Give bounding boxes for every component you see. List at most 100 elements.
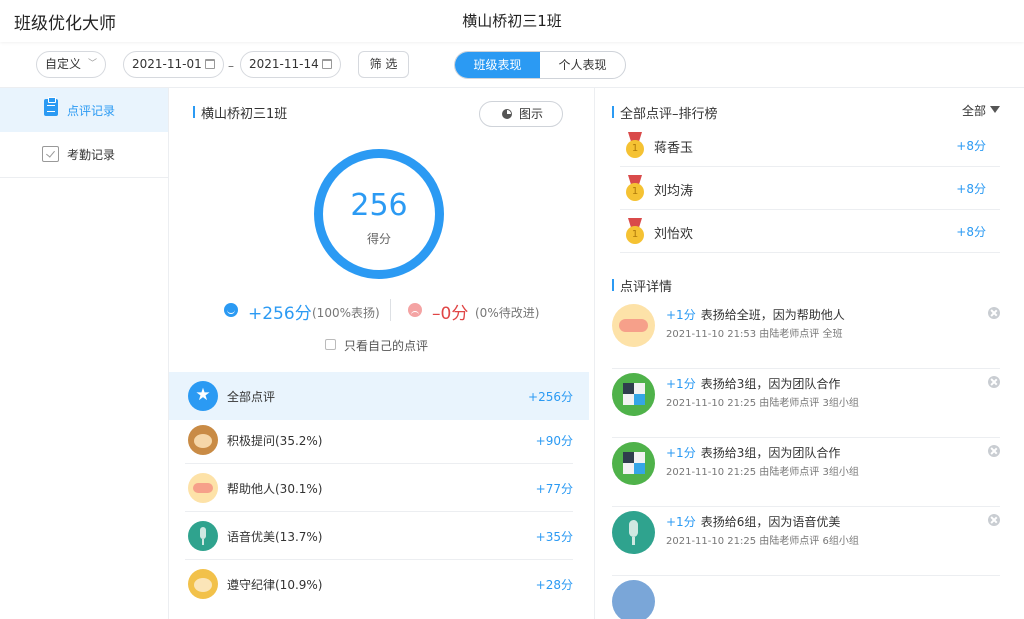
close-icon[interactable] [988, 307, 1000, 319]
medal-icon [624, 132, 646, 158]
range-select-value: 自定义 [45, 57, 82, 71]
category-name: 帮助他人(30.1%) [227, 482, 323, 496]
category-name: 全部点评 [227, 390, 276, 404]
sidebar-divider [0, 177, 168, 178]
student-score: +8分 [956, 139, 986, 153]
summary-title: 横山桥初三1班 [193, 103, 287, 122]
detail-description: 表扬给6组，因为语音优美 [700, 515, 841, 529]
category-name: 语音优美(13.7%) [227, 530, 323, 544]
own-comments-label: 只看自己的点评 [344, 339, 429, 353]
student-name: 刘怡欢 [654, 227, 694, 242]
detail-description: 表扬给3组，因为团队合作 [700, 377, 841, 391]
detail-meta: 2021-11-10 21:53 由陆老师点评 全班 [666, 329, 843, 340]
score-value: 256 [350, 188, 408, 223]
detail-description: 表扬给全班，因为帮助他人 [700, 308, 845, 322]
monkey-avatar-icon [188, 569, 218, 599]
checkbox-box[interactable] [325, 339, 336, 350]
ranking-row[interactable]: 刘均涛 +8分 [620, 167, 1000, 210]
category-row-all[interactable]: 全部点评 +256分 [169, 372, 589, 420]
monkey-avatar-icon [188, 425, 218, 455]
range-select[interactable]: 自定义 ﹀ [36, 51, 106, 78]
detail-row[interactable]: +1分 表扬给全班，因为帮助他人 2021-11-10 21:53 由陆老师点评 … [612, 300, 1000, 369]
detail-text: +1分 表扬给3组，因为团队合作 [666, 375, 840, 392]
category-score: +90分 [535, 434, 573, 448]
sidebar-item-label: 考勤记录 [67, 148, 116, 162]
date-separator: – [228, 59, 234, 73]
puzzle-icon [612, 373, 655, 416]
start-date-picker[interactable]: 2021-11-01 [123, 51, 224, 78]
clipboard-icon [44, 97, 58, 116]
detail-meta: 2021-11-10 21:25 由陆老师点评 3组小组 [666, 398, 859, 409]
chevron-down-icon: ﹀ [87, 59, 97, 69]
category-row[interactable]: 遵守纪律(10.9%) +28分 [169, 560, 589, 608]
handshake-icon [188, 473, 218, 503]
score-label: 得分 [366, 232, 391, 246]
detail-text: +1分 表扬给全班，因为帮助他人 [666, 306, 845, 323]
category-score: +256分 [528, 390, 573, 404]
sidebar: 点评记录 考勤记录 [0, 88, 169, 619]
row-divider [620, 252, 1000, 253]
summary-panel: 横山桥初三1班 图示 256 得分 +256分 (100%表扬) –0分 (0%… [169, 88, 595, 619]
frown-icon [408, 303, 422, 317]
detail-points: +1分 [666, 446, 696, 460]
tab-personal-performance[interactable]: 个人表现 [540, 52, 625, 78]
filter-button[interactable]: 筛 选 [358, 51, 409, 78]
detail-description: 表扬给3组，因为团队合作 [700, 446, 841, 460]
ranking-row[interactable]: 刘怡欢 +8分 [620, 210, 1000, 253]
category-score: +77分 [535, 482, 573, 496]
star-icon [188, 381, 218, 411]
category-score: +28分 [535, 578, 573, 592]
student-name: 蒋香玉 [654, 141, 694, 156]
caret-down-icon [990, 106, 1000, 113]
category-row[interactable]: 语音优美(13.7%) +35分 [169, 512, 589, 560]
microphone-icon [188, 521, 218, 551]
medal-icon [624, 218, 646, 244]
handshake-icon [612, 304, 655, 347]
score-ring: 256 得分 [314, 149, 444, 279]
smile-icon [224, 303, 238, 317]
stat-divider [390, 299, 391, 321]
category-row[interactable]: 积极提问(35.2%) +90分 [169, 416, 589, 464]
class-title: 横山桥初三1班 [462, 12, 562, 30]
chart-view-label: 图示 [519, 107, 544, 121]
end-date-picker[interactable]: 2021-11-14 [240, 51, 341, 78]
close-icon[interactable] [988, 514, 1000, 526]
ranking-title: 全部点评–排行榜 [612, 103, 718, 122]
sidebar-item-attendance-records[interactable]: 考勤记录 [0, 132, 168, 176]
category-score: +35分 [535, 530, 573, 544]
tab-class-performance[interactable]: 班级表现 [455, 52, 540, 78]
detail-row[interactable]: +1分 表扬给3组，因为团队合作 2021-11-10 21:25 由陆老师点评 … [612, 438, 1000, 507]
sidebar-item-comment-records[interactable]: 点评记录 [0, 88, 168, 132]
ranking-panel: 全部点评–排行榜 全部 蒋香玉 +8分 刘均涛 +8分 刘怡欢 +8分 点评详情… [596, 88, 1024, 619]
category-name: 积极提问(35.2%) [227, 434, 323, 448]
start-date-value: 2021-11-01 [132, 57, 202, 71]
toolbar: 自定义 ﹀ 2021-11-01 – 2021-11-14 筛 选 班级表现 个… [0, 42, 1024, 88]
puzzle-icon [612, 442, 655, 485]
sidebar-item-label: 点评记录 [67, 104, 116, 118]
ranking-row[interactable]: 蒋香玉 +8分 [620, 124, 1000, 167]
positive-points: +256分 [248, 304, 312, 324]
close-icon[interactable] [988, 376, 1000, 388]
detail-row-partial[interactable] [612, 576, 1000, 619]
detail-text: +1分 表扬给6组，因为语音优美 [666, 513, 840, 530]
category-row[interactable]: 帮助他人(30.1%) +77分 [169, 464, 589, 512]
checkbox-icon [42, 146, 59, 162]
detail-meta: 2021-11-10 21:25 由陆老师点评 6组小组 [666, 536, 859, 547]
detail-points: +1分 [666, 515, 696, 529]
medal-icon [624, 175, 646, 201]
category-name: 遵守纪律(10.9%) [227, 578, 323, 592]
detail-points: +1分 [666, 377, 696, 391]
chart-view-button[interactable]: 图示 [479, 101, 563, 127]
microphone-icon [612, 511, 655, 554]
view-toggle: 班级表现 个人表现 [454, 51, 626, 79]
detail-row[interactable]: +1分 表扬给3组，因为团队合作 2021-11-10 21:25 由陆老师点评 … [612, 369, 1000, 438]
ranking-filter-dropdown[interactable]: 全部 [962, 102, 1000, 119]
end-date-value: 2021-11-14 [249, 57, 319, 71]
detail-row[interactable]: +1分 表扬给6组，因为语音优美 2021-11-10 21:25 由陆老师点评 … [612, 507, 1000, 576]
details-title: 点评详情 [612, 276, 672, 295]
student-score: +8分 [956, 182, 986, 196]
close-icon[interactable] [988, 445, 1000, 457]
calendar-icon [322, 59, 332, 69]
detail-meta: 2021-11-10 21:25 由陆老师点评 3组小组 [666, 467, 859, 478]
detail-text: +1分 表扬给3组，因为团队合作 [666, 444, 840, 461]
